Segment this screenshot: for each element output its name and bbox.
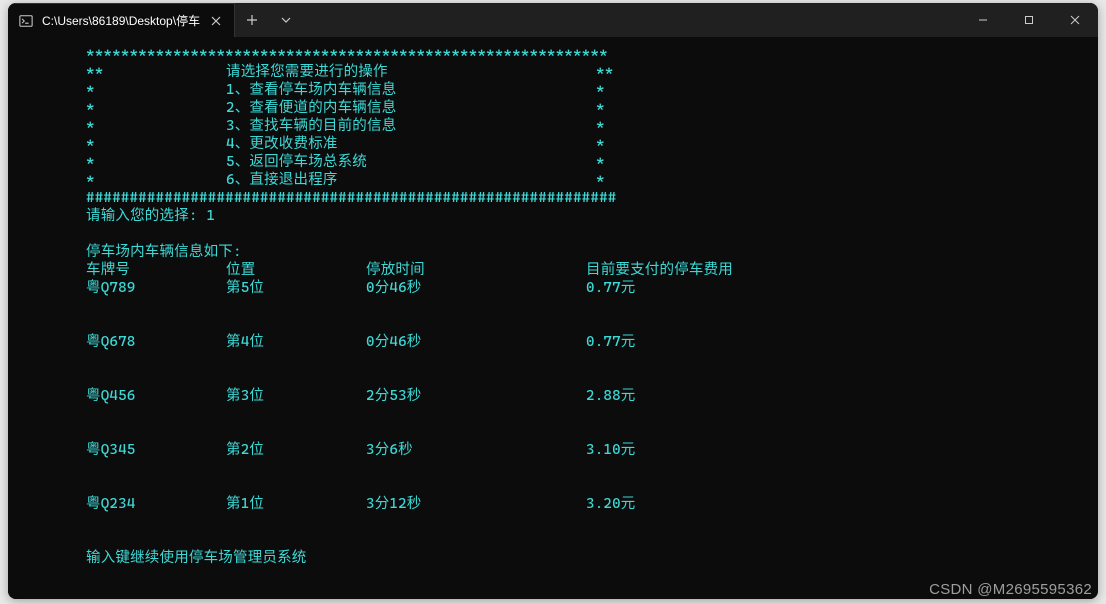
menu-item: *1、查看停车场内车辆信息* [16,81,1098,99]
cell-duration: 3分12秒 [366,495,586,513]
cell-plate: 粤Q234 [86,495,226,513]
cell-position: 第1位 [226,495,366,513]
titlebar-drag-area[interactable] [303,3,960,37]
table-title: 停车场内车辆信息如下: [16,243,1098,261]
table-row: 粤Q234第1位3分12秒3.20元 [16,495,1098,513]
table-row: 粤Q345第2位3分6秒3.10元 [16,441,1098,459]
cell-duration: 0分46秒 [366,279,586,297]
cell-fee: 0.77元 [586,333,635,351]
cell-position: 第4位 [226,333,366,351]
cell-position: 第5位 [226,279,366,297]
minimize-button[interactable] [960,3,1006,37]
maximize-button[interactable] [1006,3,1052,37]
menu-header: **请选择您需要进行的操作** [16,63,1098,81]
tab-dropdown-button[interactable] [269,3,303,37]
cell-plate: 粤Q678 [86,333,226,351]
close-button[interactable] [1052,3,1098,37]
cell-position: 第2位 [226,441,366,459]
table-row: 粤Q678第4位0分46秒0.77元 [16,333,1098,351]
cell-plate: 粤Q345 [86,441,226,459]
cell-fee: 2.88元 [586,387,635,405]
menu-border-bottom: ########################################… [16,189,1098,207]
cell-position: 第3位 [226,387,366,405]
menu-border-top: ****************************************… [16,45,1098,63]
cell-fee: 0.77元 [586,279,635,297]
cell-plate: 粤Q456 [86,387,226,405]
col-position: 位置 [226,261,366,279]
tab-close-button[interactable] [208,13,224,29]
col-duration: 停放时间 [366,261,586,279]
menu-item: *6、直接退出程序* [16,171,1098,189]
cell-plate: 粤Q789 [86,279,226,297]
user-input: 1 [206,208,215,224]
window-controls [960,3,1098,37]
cell-fee: 3.20元 [586,495,635,513]
new-tab-button[interactable] [235,3,269,37]
table-row: 粤Q456第3位2分53秒2.88元 [16,387,1098,405]
terminal-icon [18,13,34,29]
titlebar: C:\Users\86189\Desktop\停车 [8,3,1098,37]
table-row: 粤Q789第5位0分46秒0.77元 [16,279,1098,297]
tab-title: C:\Users\86189\Desktop\停车 [42,12,200,29]
menu-item: *5、返回停车场总系统* [16,153,1098,171]
active-tab[interactable]: C:\Users\86189\Desktop\停车 [8,3,235,37]
col-fee: 目前要支付的停车费用 [586,261,733,279]
menu-item: *3、查找车辆的目前的信息* [16,117,1098,135]
continue-prompt: 输入键继续使用停车场管理员系统 [16,549,1098,567]
cell-fee: 3.10元 [586,441,635,459]
terminal-window: C:\Users\86189\Desktop\停车 **************… [8,3,1098,599]
input-prompt: 请输入您的选择: 1 [16,207,1098,225]
menu-item: *4、更改收费标准* [16,135,1098,153]
col-plate: 车牌号 [86,261,226,279]
terminal-output[interactable]: ****************************************… [8,37,1098,599]
watermark: CSDN @M2695595362 [929,581,1092,598]
cell-duration: 2分53秒 [366,387,586,405]
table-header-row: 车牌号位置停放时间目前要支付的停车费用 [16,261,1098,279]
menu-item: *2、查看便道的内车辆信息* [16,99,1098,117]
cell-duration: 3分6秒 [366,441,586,459]
cell-duration: 0分46秒 [366,333,586,351]
